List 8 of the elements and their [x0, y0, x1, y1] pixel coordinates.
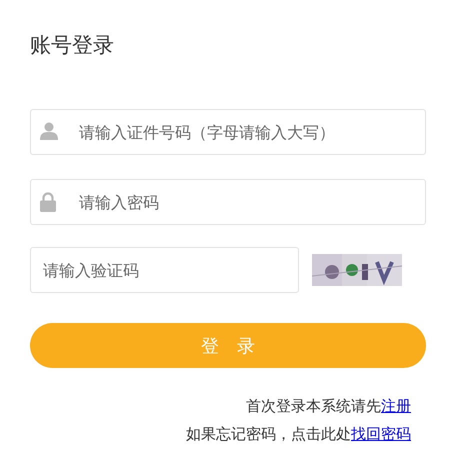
help-text: 首次登录本系统请先注册	[245, 396, 411, 417]
help-link[interactable]: 注册	[381, 397, 411, 415]
help-link[interactable]: 找回密码	[351, 425, 411, 443]
help-text: 如果忘记密码，点击此处找回密码	[185, 424, 411, 445]
captcha-field[interactable]: 请输入验证码	[30, 247, 299, 293]
input-field[interactable]: 请输入密码	[30, 179, 426, 225]
input-field[interactable]: 请输入证件号码（字母请输入大写）	[30, 109, 426, 155]
login-title: 账号登录	[30, 32, 115, 59]
